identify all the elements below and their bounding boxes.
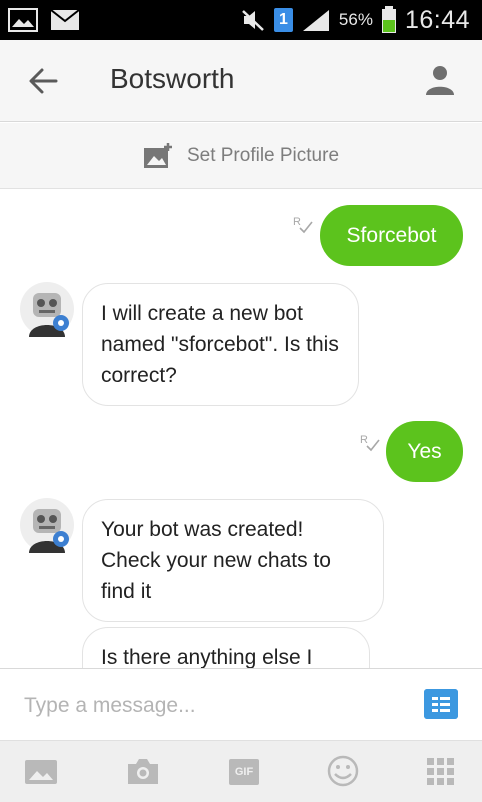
message-bubble-outgoing[interactable]: Yes xyxy=(386,421,463,482)
mute-icon xyxy=(242,10,264,31)
add-photo-icon xyxy=(143,142,172,168)
battery-percent: 56% xyxy=(338,10,373,29)
clock: 16:44 xyxy=(404,5,470,34)
app-bar: Botsworth xyxy=(0,40,482,122)
person-icon[interactable] xyxy=(422,62,458,98)
gif-icon[interactable]: GIF xyxy=(226,755,262,787)
read-receipt-icon: R xyxy=(293,216,313,234)
mail-notification-icon xyxy=(50,9,80,30)
message-composer xyxy=(0,668,482,740)
robot-avatar[interactable] xyxy=(19,281,75,337)
message-input[interactable] xyxy=(24,689,404,723)
signal-icon xyxy=(302,10,329,31)
attachment-toolbar: GIF xyxy=(0,740,482,802)
svg-text:R: R xyxy=(293,216,301,228)
apps-grid-icon[interactable] xyxy=(423,755,459,787)
chat-title: Botsworth xyxy=(110,63,235,94)
set-profile-picture-button[interactable]: Set Profile Picture xyxy=(0,123,482,189)
sim-badge: 1 xyxy=(273,8,293,32)
emoji-icon[interactable] xyxy=(325,755,361,787)
set-profile-picture-label: Set Profile Picture xyxy=(186,144,340,166)
gallery-icon[interactable] xyxy=(23,755,59,787)
robot-avatar[interactable] xyxy=(19,497,75,553)
chat-list[interactable]: R Sforcebot I will create a new bot name… xyxy=(0,190,482,668)
quick-replies-icon[interactable] xyxy=(424,689,458,719)
read-receipt-icon: R xyxy=(360,434,380,452)
message-bubble-incoming[interactable]: Your bot was created! Check your new cha… xyxy=(82,499,384,622)
camera-icon[interactable] xyxy=(125,755,161,787)
status-bar: 1 56% 16:44 xyxy=(0,0,482,40)
svg-text:R: R xyxy=(360,434,368,446)
gif-label: GIF xyxy=(234,766,254,778)
message-bubble-outgoing[interactable]: Sforcebot xyxy=(320,205,463,266)
message-bubble-incoming[interactable]: I will create a new bot named "sforcebot… xyxy=(82,283,359,406)
image-notification-icon xyxy=(8,8,38,32)
message-bubble-incoming[interactable]: Is there anything else I xyxy=(82,627,370,668)
battery-icon xyxy=(381,6,396,33)
arrow-left-icon[interactable] xyxy=(26,64,60,98)
